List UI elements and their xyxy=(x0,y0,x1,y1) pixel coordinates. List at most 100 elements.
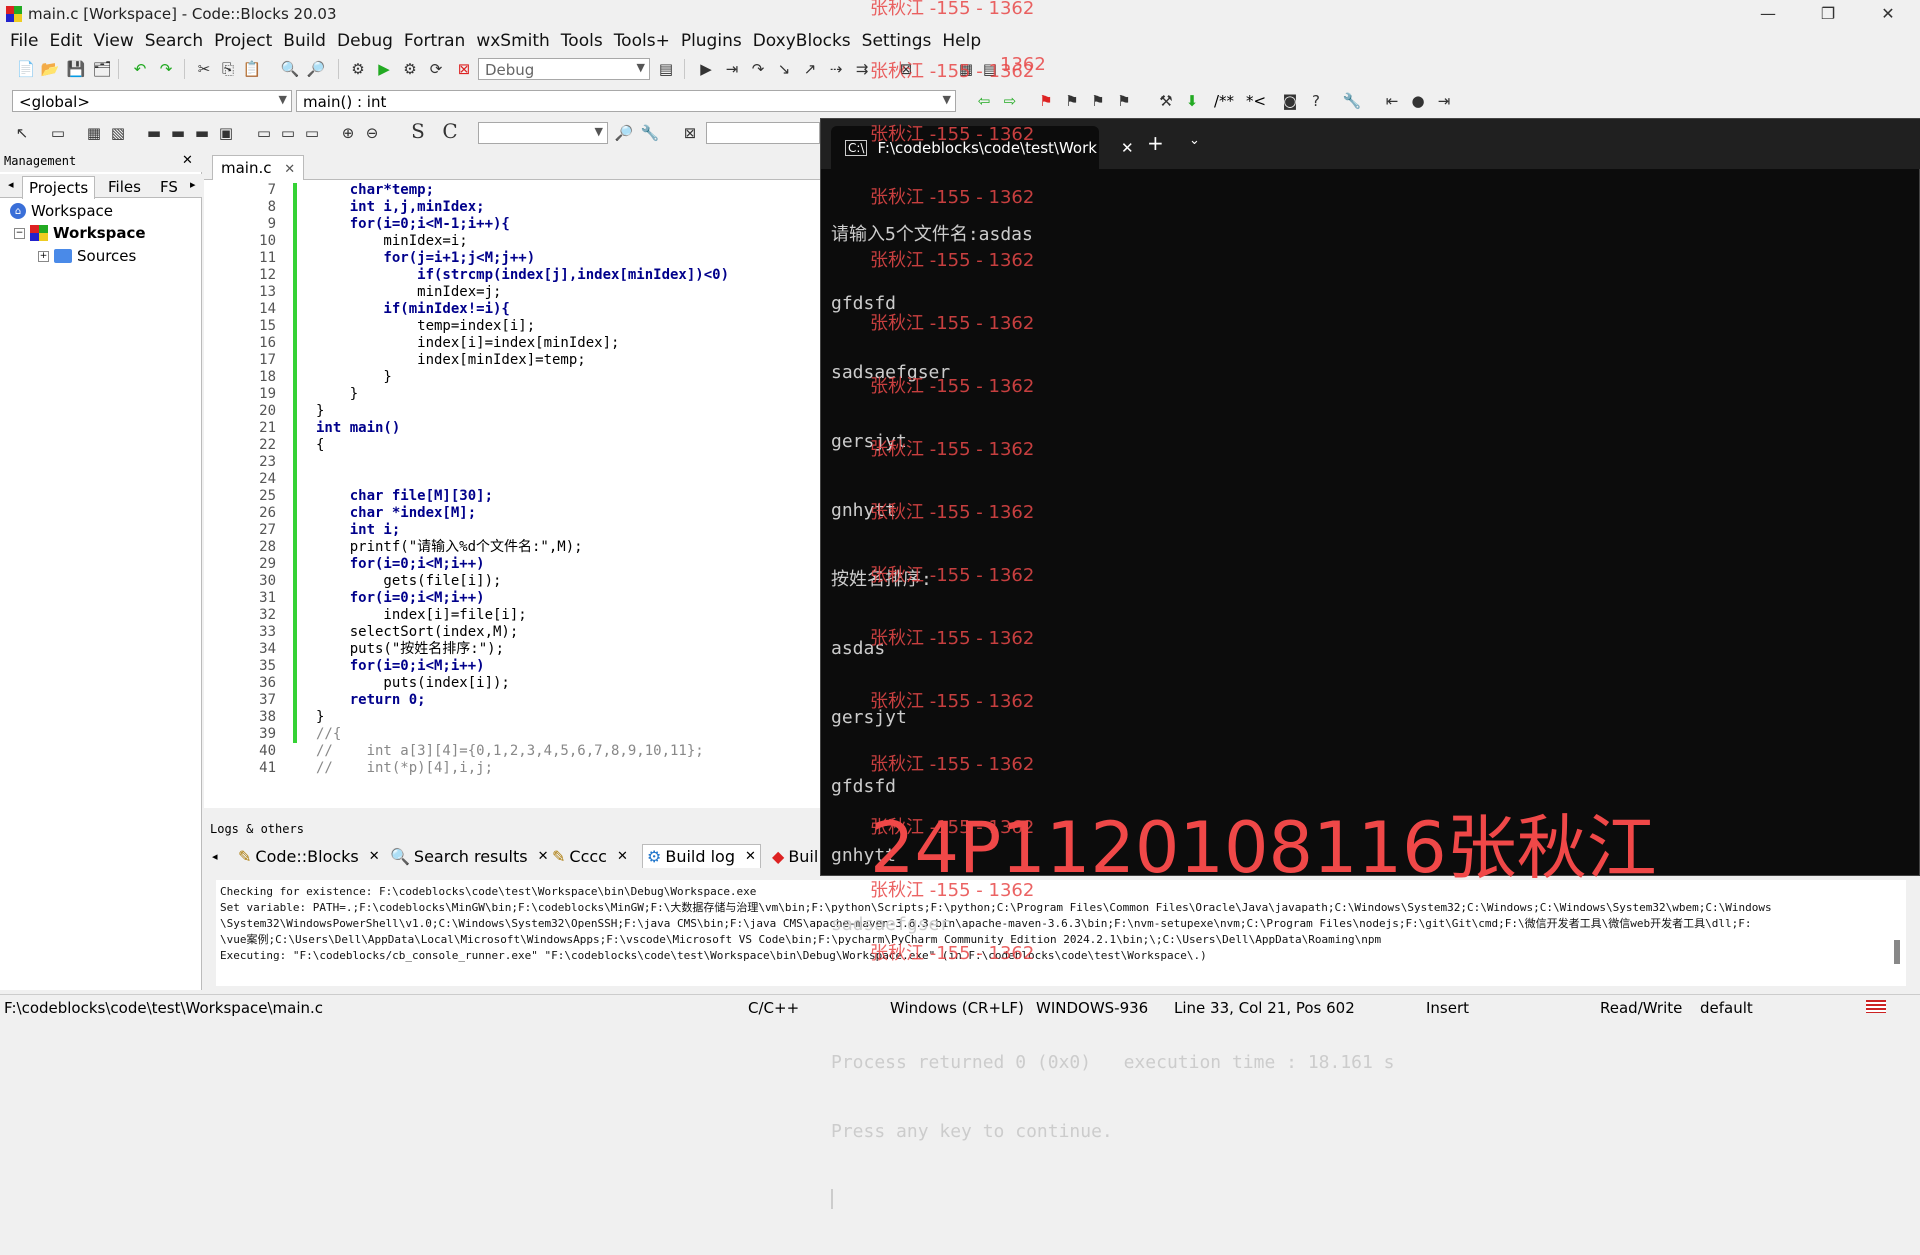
redo-icon[interactable]: ↷ xyxy=(156,59,176,79)
jump-forward-icon[interactable]: ⇨ xyxy=(1000,91,1020,111)
code-line[interactable]: 35 for(i=0;i<M;i++) xyxy=(216,658,824,675)
zoom-out-icon[interactable]: ⊖ xyxy=(362,123,382,143)
html-help-icon[interactable]: ◙ xyxy=(1280,91,1300,111)
code-line[interactable]: 36 puts(index[i]); xyxy=(216,675,824,692)
code-line[interactable]: 11 for(j=i+1;j<M;j++) xyxy=(216,250,824,267)
find-icon[interactable]: 🔍 xyxy=(280,59,300,79)
pointer-icon[interactable]: ↖ xyxy=(12,123,32,143)
close-icon[interactable]: ✕ xyxy=(284,162,295,177)
record-icon[interactable]: ● xyxy=(1408,91,1428,111)
paste-icon[interactable]: 📋 xyxy=(242,59,262,79)
expand-icon[interactable]: ▭ xyxy=(254,123,274,143)
code-line[interactable]: 27 int i; xyxy=(216,522,824,539)
rebuild-icon[interactable]: ⟳ xyxy=(426,59,446,79)
menu-project[interactable]: Project xyxy=(214,31,283,51)
next-instruction-icon[interactable]: ⇢ xyxy=(826,59,846,79)
code-line[interactable]: 15 temp=index[i]; xyxy=(216,318,824,335)
code-line[interactable]: 28 printf("请输入%d个文件名:",M); xyxy=(216,539,824,556)
code-line[interactable]: 39 //{ xyxy=(216,726,824,743)
tab-cccc[interactable]: ✎ Cccc ✕ xyxy=(548,844,632,868)
close-icon[interactable]: ✕ xyxy=(617,849,628,864)
save-all-icon[interactable]: 🗂 xyxy=(92,59,112,79)
code-line[interactable]: 23 xyxy=(216,454,824,471)
chevron-left-icon[interactable]: ◂ xyxy=(2,176,20,193)
code-line[interactable]: 25 char file[M][30]; xyxy=(216,488,824,505)
code-line[interactable]: 38} xyxy=(216,709,824,726)
code-line[interactable]: 9 for(i=0;i<M-1;i++){ xyxy=(216,216,824,233)
step-out-icon[interactable]: ↗ xyxy=(800,59,820,79)
build-target-options-icon[interactable]: ▤ xyxy=(656,59,676,79)
build-gear-icon[interactable]: ⚙ xyxy=(348,59,368,79)
scope-select[interactable]: <global> ▼ xyxy=(12,90,292,112)
border-icon[interactable]: ▭ xyxy=(302,123,322,143)
bookmark-next-icon[interactable]: ⚑ xyxy=(1088,91,1108,111)
line-comment-button[interactable]: *< xyxy=(1246,92,1266,110)
menu-wxsmith[interactable]: wxSmith xyxy=(476,31,560,51)
close-button[interactable]: ✕ xyxy=(1873,4,1903,23)
tab-build-log[interactable]: ⚙ Build log ✕ xyxy=(642,844,761,868)
code-line[interactable]: 34 puts("按姓名排序:"); xyxy=(216,641,824,658)
tab-projects[interactable]: Projects xyxy=(22,176,96,199)
menu-file[interactable]: File xyxy=(10,31,49,51)
search-options-icon[interactable]: 🔧 xyxy=(640,123,660,143)
code-line[interactable]: 30 gets(file[i]); xyxy=(216,573,824,590)
code-line[interactable]: 8 int i,j,minIdex; xyxy=(216,199,824,216)
menu-debug[interactable]: Debug xyxy=(337,31,404,51)
menu-build[interactable]: Build xyxy=(283,31,337,51)
cut-icon[interactable]: ✂ xyxy=(194,59,214,79)
tab-fs[interactable]: FS xyxy=(154,176,184,198)
close-icon[interactable]: ✕ xyxy=(745,849,756,864)
open-folder-icon[interactable]: 📂 xyxy=(40,59,60,79)
tab-files[interactable]: Files xyxy=(102,176,147,198)
bookmark-clear-icon[interactable]: ⚑ xyxy=(1114,91,1134,111)
code-line[interactable]: 18 } xyxy=(216,369,824,386)
abort-icon[interactable]: ⊠ xyxy=(454,59,474,79)
chevron-left-icon[interactable]: ◂ xyxy=(208,844,222,868)
chevron-down-icon[interactable]: ⌄ xyxy=(1189,133,1200,148)
build-target-select[interactable]: Debug ▼ xyxy=(478,58,650,80)
code-area[interactable]: 7 char*temp; 8 int i,j,minIdex; 9 for(i=0;… xyxy=(216,182,824,792)
widget-grid-icon[interactable]: ▦ xyxy=(84,123,104,143)
code-line[interactable]: 14 if(minIdex!=i){ xyxy=(216,301,824,318)
align-right-icon[interactable]: ▬ xyxy=(192,123,212,143)
code-line[interactable]: 37 return 0; xyxy=(216,692,824,709)
run-icon[interactable]: ▶ xyxy=(374,59,394,79)
search-go-icon[interactable]: 🔎 xyxy=(614,123,634,143)
block-comment-button[interactable]: /** xyxy=(1214,92,1234,110)
tree-root-workspace[interactable]: ⌂ Workspace xyxy=(10,202,113,220)
menu-doxyblocks[interactable]: DoxyBlocks xyxy=(753,31,862,51)
step-back-icon[interactable]: ⇤ xyxy=(1382,91,1402,111)
code-line[interactable]: 13 minIdex=j; xyxy=(216,284,824,301)
tab-build-messages[interactable]: ◆ Buil xyxy=(768,844,822,868)
undo-icon[interactable]: ↶ xyxy=(130,59,150,79)
tab-codeblocks-log[interactable]: ✎ Code::Blocks ✕ xyxy=(234,844,384,868)
menu-plugins[interactable]: Plugins xyxy=(681,31,753,51)
close-icon[interactable]: ✕ xyxy=(1121,139,1134,157)
build-run-icon[interactable]: ⚙ xyxy=(400,59,420,79)
copy-icon[interactable]: ⎘ xyxy=(218,59,238,79)
code-line[interactable]: 21 int main() xyxy=(216,420,824,437)
widget-box-icon[interactable]: ▭ xyxy=(48,123,68,143)
doxy-extract-icon[interactable]: ⬇ xyxy=(1182,91,1202,111)
new-file-icon[interactable]: 📄 xyxy=(16,59,36,79)
code-line[interactable]: 24 xyxy=(216,471,824,488)
incremental-search-input[interactable] xyxy=(706,122,820,144)
shrink-icon[interactable]: ▭ xyxy=(278,123,298,143)
bookmark-prev-icon[interactable]: ⚑ xyxy=(1062,91,1082,111)
step-instruction-icon[interactable]: ⇉ xyxy=(852,59,872,79)
chevron-right-icon[interactable]: ▸ xyxy=(184,176,202,193)
widget-split-icon[interactable]: ▧ xyxy=(108,123,128,143)
code-line[interactable]: 20} xyxy=(216,403,824,420)
new-tab-plus-icon[interactable]: + xyxy=(1147,131,1164,155)
save-icon[interactable]: 💾 xyxy=(66,59,86,79)
menu-fortran[interactable]: Fortran xyxy=(404,31,476,51)
menu-help[interactable]: Help xyxy=(942,31,992,51)
bookmark-toggle-icon[interactable]: ⚑ xyxy=(1036,91,1056,111)
jump-back-icon[interactable]: ⇦ xyxy=(974,91,994,111)
code-line[interactable]: 19 } xyxy=(216,386,824,403)
code-line[interactable]: 31 for(i=0;i<M;i++) xyxy=(216,590,824,607)
code-line[interactable]: 26 char *index[M]; xyxy=(216,505,824,522)
wrench-icon[interactable]: 🔧 xyxy=(1342,91,1362,111)
step-into-icon[interactable]: ↘ xyxy=(774,59,794,79)
code-line[interactable]: 17 index[minIdex]=temp; xyxy=(216,352,824,369)
